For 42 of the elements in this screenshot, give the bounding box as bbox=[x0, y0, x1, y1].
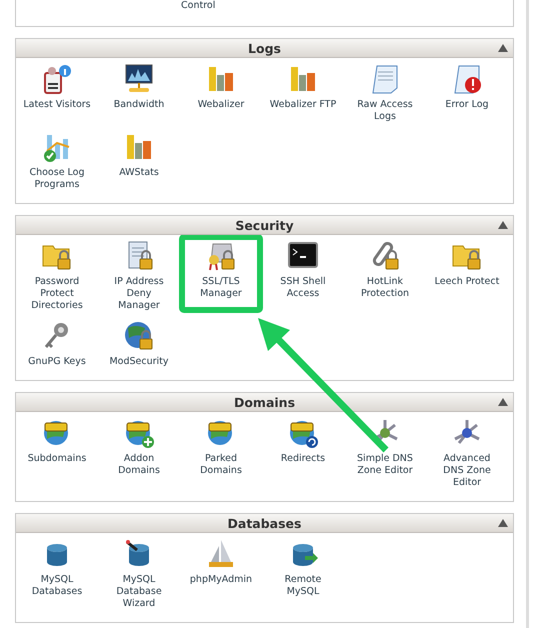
collapse-icon[interactable] bbox=[498, 44, 508, 52]
tool-link[interactable]: Leech Protect bbox=[426, 240, 508, 312]
section-header[interactable]: Databases bbox=[16, 514, 513, 533]
tool-link[interactable]: Bandwidth bbox=[98, 63, 180, 123]
tool-link[interactable]: Remote MySQL bbox=[262, 538, 344, 610]
tool-link[interactable]: SSL/TLS Manager bbox=[180, 235, 262, 312]
collapse-icon[interactable] bbox=[498, 221, 508, 229]
tool-link[interactable]: ModSecurity bbox=[98, 320, 180, 368]
tool-link[interactable]: GnuPG Keys bbox=[16, 320, 98, 368]
tool-link[interactable]: Password Protect Directories bbox=[16, 240, 98, 312]
collapse-icon[interactable] bbox=[498, 519, 508, 527]
tool-link[interactable]: Redirects bbox=[262, 417, 344, 489]
tool-link[interactable]: Webalizer bbox=[180, 63, 262, 123]
globe-lock-icon bbox=[123, 320, 155, 352]
tool-link[interactable]: Latest Visitors bbox=[16, 63, 98, 123]
section-title: Databases bbox=[228, 516, 302, 530]
section-header[interactable]: Domains bbox=[16, 393, 513, 412]
section-title: Logs bbox=[248, 40, 281, 56]
person-card-icon bbox=[41, 63, 73, 95]
tool-label[interactable]: Control bbox=[181, 0, 216, 11]
section-title: Domains bbox=[234, 394, 296, 410]
tool-link[interactable]: MySQL Databases bbox=[16, 538, 98, 610]
tool-link[interactable]: AWStats bbox=[98, 131, 180, 191]
section-header[interactable]: Security bbox=[16, 216, 513, 235]
tool-link[interactable]: IP Address Deny Manager bbox=[98, 240, 180, 312]
tool-link[interactable]: Choose Log Programs bbox=[16, 131, 98, 191]
tool-link[interactable]: Error Log bbox=[426, 63, 508, 123]
tool-link[interactable]: Webalizer FTP bbox=[262, 63, 344, 123]
collapse-icon[interactable] bbox=[498, 398, 508, 406]
tool-link[interactable]: Advanced DNS Zone Editor bbox=[426, 417, 508, 489]
tool-link[interactable]: Subdomains bbox=[16, 417, 98, 489]
section-header[interactable]: Logs bbox=[16, 39, 513, 58]
tool-link[interactable]: Parked Domains bbox=[180, 417, 262, 489]
tool-link[interactable]: phpMyAdmin bbox=[180, 538, 262, 610]
tool-link[interactable]: MySQL Database Wizard bbox=[98, 538, 180, 610]
section-title: Security bbox=[235, 218, 294, 232]
tool-link[interactable]: Raw Access Logs bbox=[344, 63, 426, 123]
tool-link[interactable]: SSH Shell Access bbox=[262, 240, 344, 312]
monitor-icon bbox=[123, 63, 155, 95]
tool-link[interactable]: Addon Domains bbox=[98, 417, 180, 489]
tool-link[interactable]: Simple DNS Zone Editor bbox=[344, 417, 426, 489]
tool-link[interactable]: HotLink Protection bbox=[344, 240, 426, 312]
